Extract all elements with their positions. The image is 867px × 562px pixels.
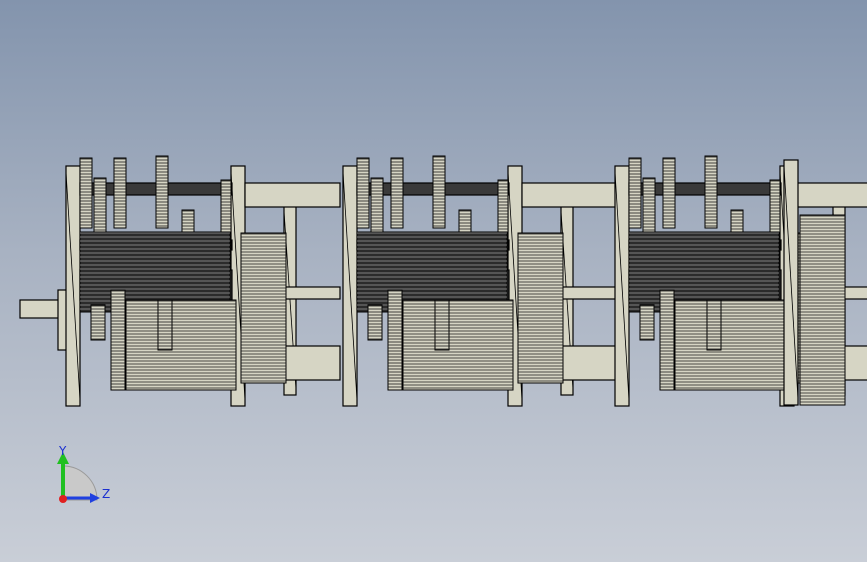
z-axis-label: Z: [102, 487, 110, 501]
section-3-gear-b: [642, 177, 656, 239]
section-1-small-gear-3: [157, 299, 173, 351]
section-3-upper-tube: [793, 182, 867, 208]
section-3-large-drum: [674, 299, 786, 391]
section-1-small-gear-1: [90, 304, 106, 341]
section-2-gear-c: [390, 157, 404, 229]
section-1-gear-c: [113, 157, 127, 229]
section-3-small-gear-1: [639, 304, 655, 341]
gearbox-assembly-model[interactable]: [0, 0, 867, 562]
section-2-small-gear-3: [434, 299, 450, 351]
section-2-small-gear-2: [387, 289, 403, 391]
y-axis-label: Y: [58, 444, 67, 458]
section-2-side-drum: [517, 232, 564, 384]
section-2-gear-d: [432, 155, 446, 229]
section-3-gear-d: [704, 155, 718, 229]
section-1-small-gear-2: [110, 289, 126, 391]
section-3-gear-c: [662, 157, 676, 229]
section-3-small-gear-2: [659, 289, 675, 391]
section-2-upper-tube: [521, 182, 618, 208]
view-orientation-triad: Y Z: [57, 444, 110, 503]
section-3-gear-a: [628, 157, 642, 229]
section-2-small-gear-1: [367, 304, 383, 341]
section-3-small-gear-3: [706, 299, 722, 351]
section-1-gear-d: [155, 155, 169, 229]
section-1-gear-b: [93, 177, 107, 239]
section-2-large-drum: [402, 299, 514, 391]
section-2-gear-b: [370, 177, 384, 239]
section-1-upper-tube: [244, 182, 341, 208]
x-axis-dot: [59, 495, 67, 503]
section-1-large-drum: [125, 299, 237, 391]
section-1-gear-a: [79, 157, 93, 229]
section-1-side-drum: [240, 232, 287, 384]
output-drum: [799, 214, 846, 406]
cad-graphics-viewport[interactable]: Y Z: [0, 0, 867, 562]
section-2-gear-a: [356, 157, 370, 229]
